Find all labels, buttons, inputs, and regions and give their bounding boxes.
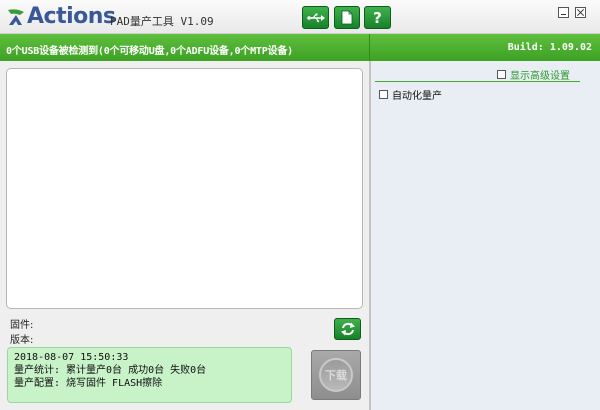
- show-advanced-label: 显示高级设置: [510, 71, 570, 82]
- download-icon: 下载: [319, 358, 353, 392]
- status-divider: [369, 34, 370, 61]
- stats-config: 量产配置: 烧写固件 FLASH擦除: [14, 378, 163, 389]
- firmware-label: 固件:: [10, 320, 34, 331]
- usb-button[interactable]: [302, 6, 329, 29]
- build-version: Build: 1.09.02: [507, 42, 592, 53]
- device-log-area[interactable]: [6, 68, 363, 309]
- right-panel: 显示高级设置 自动化量产: [371, 61, 600, 410]
- device-status-text: 0个USB设备被检测到(0个可移动U盘,0个ADFU设备,0个MTP设备): [6, 46, 293, 57]
- app-title: PAD量产工具 V1.09: [110, 15, 214, 28]
- document-icon: [341, 10, 353, 25]
- actions-logo: Actions: [6, 4, 116, 30]
- device-status-bar: 0个USB设备被检测到(0个可移动U盘,0个ADFU设备,0个MTP设备) Bu…: [0, 34, 600, 61]
- logo-swoosh-icon: [8, 9, 24, 25]
- stats-summary: 量产统计: 累计量产0台 成功0台 失败0台: [14, 365, 207, 376]
- minimize-button[interactable]: [558, 7, 569, 18]
- show-advanced-toggle[interactable]: 显示高级设置: [497, 67, 570, 82]
- version-label: 版本:: [10, 335, 34, 346]
- stats-timestamp: 2018-08-07 15:50:33: [14, 352, 129, 363]
- auto-production-checkbox[interactable]: [379, 90, 388, 99]
- refresh-button[interactable]: [334, 318, 361, 340]
- auto-production-toggle[interactable]: 自动化量产: [379, 87, 442, 102]
- help-button[interactable]: ?: [364, 6, 391, 29]
- refresh-icon: [340, 322, 355, 336]
- left-panel: 固件: 版本: 2018-08-07 15:50:33 量产统计: 累计量产0台…: [0, 61, 369, 410]
- production-stats-box: 2018-08-07 15:50:33 量产统计: 累计量产0台 成功0台 失败…: [7, 347, 292, 403]
- auto-production-label: 自动化量产: [392, 91, 442, 102]
- document-button[interactable]: [334, 6, 360, 29]
- logo-text: Actions: [27, 4, 116, 29]
- usb-icon: [306, 13, 325, 22]
- show-advanced-checkbox[interactable]: [497, 70, 506, 79]
- advanced-divider: [375, 81, 580, 82]
- title-bar: Actions PAD量产工具 V1.09 ?: [0, 0, 600, 34]
- download-button[interactable]: 下载: [311, 350, 361, 400]
- close-button[interactable]: [575, 7, 586, 18]
